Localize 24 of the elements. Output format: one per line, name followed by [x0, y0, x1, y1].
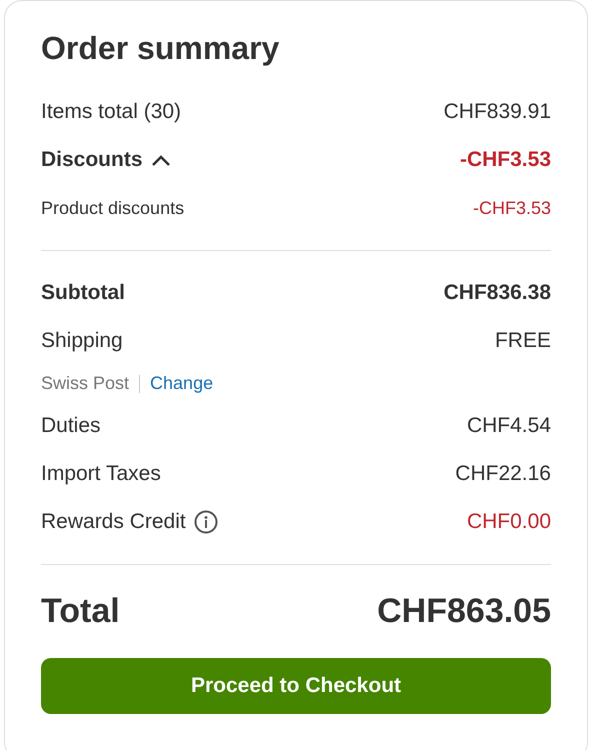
- amount: CHF22.16: [455, 462, 551, 486]
- line-label: Rewards Credit: [41, 510, 186, 534]
- line-label: Shipping: [41, 329, 123, 353]
- amount: CHF839.91: [444, 100, 551, 124]
- change-link[interactable]: Change: [150, 373, 214, 394]
- amount: CHF836.38: [444, 281, 551, 305]
- amount: -CHF3.53: [460, 148, 551, 172]
- amount: CHF4.54: [466, 414, 551, 438]
- amount: FREE: [494, 329, 551, 353]
- discounts-toggle[interactable]: Discounts: [41, 148, 171, 172]
- chevron-up-icon: [150, 154, 171, 166]
- info-icon[interactable]: [194, 510, 218, 534]
- line-label: Items total (30): [41, 100, 182, 124]
- line-label: Subtotal: [41, 281, 125, 305]
- card-title: Order summary: [41, 29, 280, 68]
- line-label: Import Taxes: [41, 462, 161, 486]
- total-label: Total: [41, 592, 120, 630]
- line-label: Product discounts: [41, 198, 184, 218]
- amount: CHF0.00: [466, 510, 551, 534]
- carrier-name: Swiss Post: [41, 373, 130, 394]
- total-amount: CHF863.05: [377, 592, 551, 630]
- line-label: Duties: [41, 414, 101, 438]
- amount: -CHF3.53: [472, 198, 551, 218]
- checkout-button[interactable]: Proceed to Checkout: [41, 658, 551, 714]
